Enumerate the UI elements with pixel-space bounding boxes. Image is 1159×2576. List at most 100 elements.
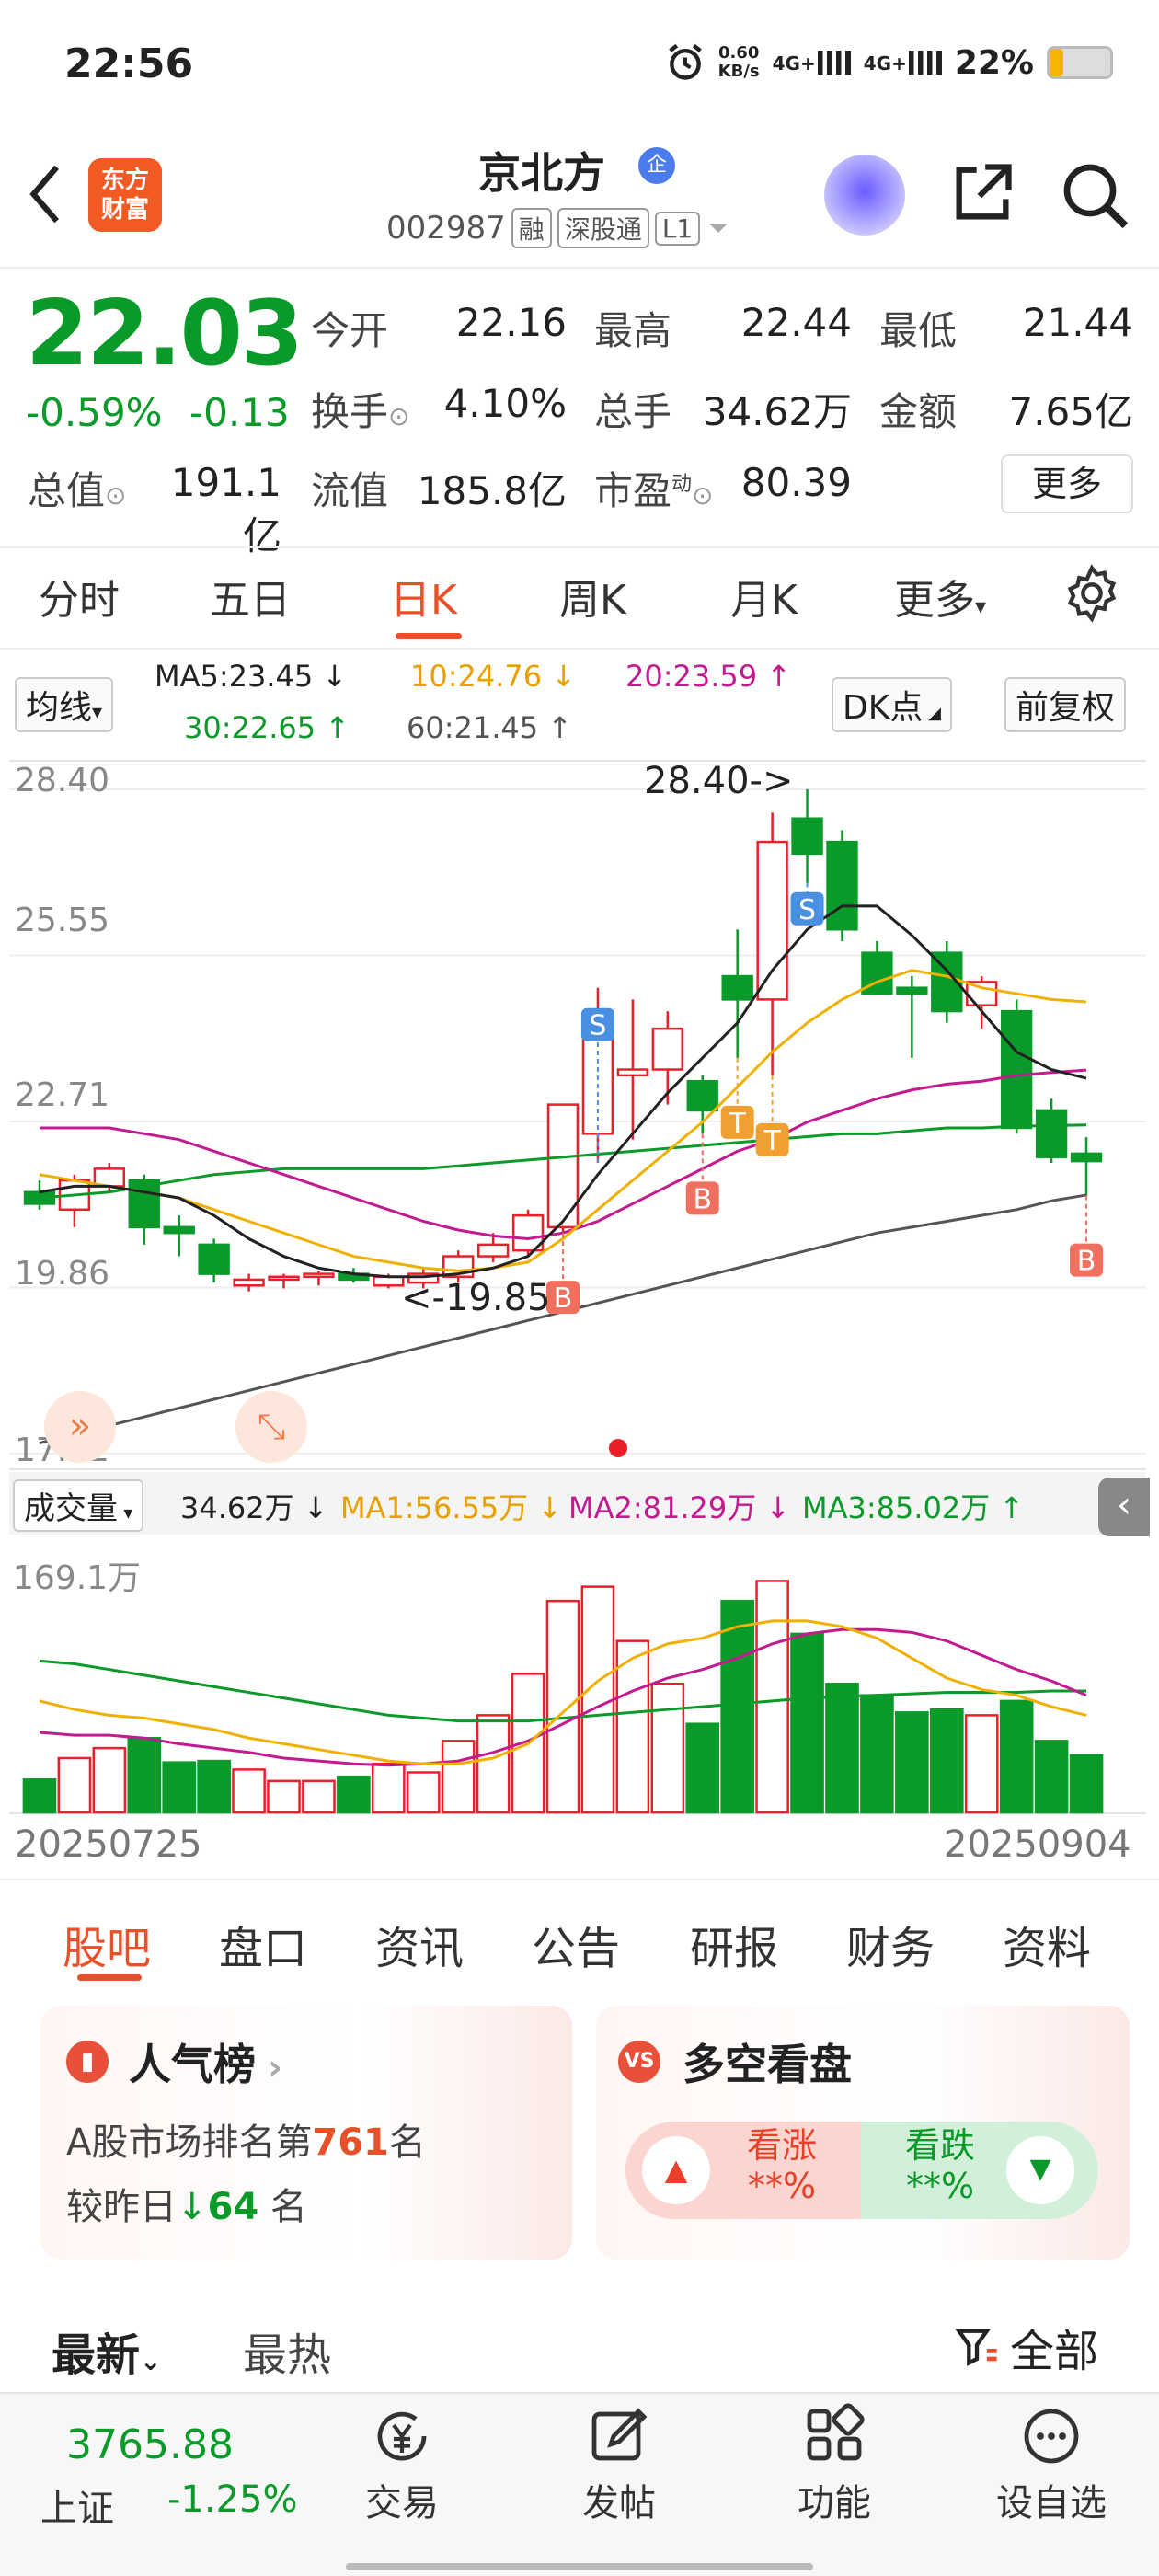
net-speed: 0.60 KB/s [717,43,760,81]
candle-body [163,1225,195,1235]
settings-gear-icon[interactable] [1061,563,1122,624]
candle-body [826,840,858,931]
expand-right-icon[interactable]: » [44,1391,116,1463]
amount-label: 金额 [879,389,958,434]
nav-functions[interactable]: 功能 [775,2403,894,2526]
y-tick-3: 19.86 [15,1255,110,1293]
candle-body [686,1079,718,1112]
search-icon[interactable] [1058,158,1131,232]
arrow-down-icon: ▼ [1006,2136,1074,2204]
tab-intraday[interactable]: 分时 [39,567,120,626]
tab-daily-k[interactable]: 日K [390,567,457,626]
dk-point-selector[interactable]: DK点 ◢ [832,677,952,732]
y-tick-0: 28.40 [15,762,110,799]
volume-bar [372,1762,406,1814]
alarm-icon [668,43,702,80]
volume-chart [22,1580,1104,1814]
tab-weekly-k[interactable]: 周K [559,567,626,626]
status-time: 22:56 [64,40,194,87]
signal-label: S [589,1010,606,1042]
back-arrow-icon[interactable] [24,162,68,226]
change-amount: -0.13 [189,390,290,435]
tab-profile[interactable]: 资料 [1003,1912,1091,1976]
tab-orderbook[interactable]: 盘口 [219,1912,307,1976]
ma-selector[interactable]: 均线▾ [15,677,114,732]
candle-body [1035,1109,1068,1158]
tab-financials[interactable]: 财务 [846,1912,935,1976]
volume-bar [580,1585,615,1814]
signal-label: B [1077,1246,1096,1278]
popular-title: 人气榜 › [129,2040,282,2089]
vol-ma3: MA3:85.02万 ↑ [802,1490,1025,1525]
active-tab-indicator [396,633,462,639]
sort-latest[interactable]: 最新⌄ [52,2318,161,2383]
float-value: 185.8亿 [417,468,567,513]
volume-bar [232,1768,266,1814]
volume-bar [197,1759,231,1814]
candle-body [1070,1152,1103,1163]
tab-five-day[interactable]: 五日 [210,567,291,626]
sort-hot[interactable]: 最热 [243,2318,331,2383]
amount-value: 7.65亿 [1008,389,1133,434]
more-button[interactable]: 更多 [1001,454,1133,513]
ma60-value: 60:21.45 ↑ [407,710,573,745]
open-value: 22.16 [455,300,567,345]
tag-connect: 深股通 [557,208,649,248]
vol-max-label: 169.1万 [13,1559,142,1597]
filter-icon [955,2329,997,2366]
open-label: 今开 [311,308,389,353]
x-label-end: 20250904 [944,1823,1131,1866]
volume-bar [127,1736,162,1814]
vol-ma1: MA1:56.55万 ↓ [340,1490,563,1525]
ma30-value: 30:22.65 ↑ [184,710,350,745]
volume-bar [22,1778,57,1814]
index-value[interactable]: 3765.88 [66,2421,234,2468]
adjust-selector[interactable]: 前复权 [1004,677,1127,732]
battery-icon [1047,46,1113,79]
share-icon[interactable] [947,158,1017,228]
min-price-label: <-19.85 [401,1277,551,1319]
filter-all[interactable]: 全部 [953,2315,1098,2379]
volume-bar [406,1771,441,1814]
candle-body [476,1243,510,1258]
event-dot[interactable] [609,1439,627,1457]
candle-body [233,1278,265,1287]
volume-value: 34.62万 [702,389,852,434]
float-label: 流值 [311,468,389,513]
divider [0,1879,1159,1880]
volume-selector[interactable]: 成交量 ▾ [13,1479,144,1532]
stock-code-row[interactable]: 002987 融 深股通 L1 [386,208,731,248]
tab-guba[interactable]: 股吧 [63,1912,151,1976]
nav-post[interactable]: 发帖 [559,2403,679,2526]
fullscreen-icon[interactable]: ⤡ [235,1391,307,1463]
tab-research[interactable]: 研报 [690,1912,778,1976]
y-tick-1: 25.55 [15,902,110,939]
edit-icon [591,2408,648,2461]
candle-body [616,1068,649,1077]
status-icons: 0.60 KB/s 4G+ 4G+ 22% [665,42,1113,83]
nav-trade[interactable]: 交易 [342,2403,462,2526]
volume-bar [755,1580,789,1814]
kline-chart-area[interactable]: B S B TT S B [9,760,1146,1470]
pe-label: 市盈动⊙ [594,468,714,513]
nav-add-watchlist[interactable]: 设自选 [992,2403,1111,2526]
ma5-value: MA5:23.45 ↓ [155,659,348,694]
signal-label: T [729,1108,747,1140]
collapse-panel-icon[interactable]: ‹ [1098,1478,1150,1536]
candle-body [1000,1009,1033,1130]
ai-assistant-avatar[interactable] [824,155,905,236]
app-logo: 东方 财富 [88,158,162,232]
candle-body [651,1027,683,1071]
tab-monthly-k[interactable]: 月K [730,567,798,626]
volume-chart-area[interactable] [9,1535,1146,1814]
volume-bar [302,1779,336,1814]
tab-news[interactable]: 资讯 [375,1912,464,1976]
chevron-down-icon [709,224,729,233]
tab-more[interactable]: 更多▾ [894,567,986,626]
rank-change-line: 较昨日↓64 名 [66,2186,307,2228]
high-label: 最高 [594,308,672,353]
bull-text: 看涨 **% [747,2125,818,2206]
low-label: 最低 [879,308,958,353]
tab-announcements[interactable]: 公告 [532,1912,620,1976]
volume-label: 总手 [594,389,672,434]
